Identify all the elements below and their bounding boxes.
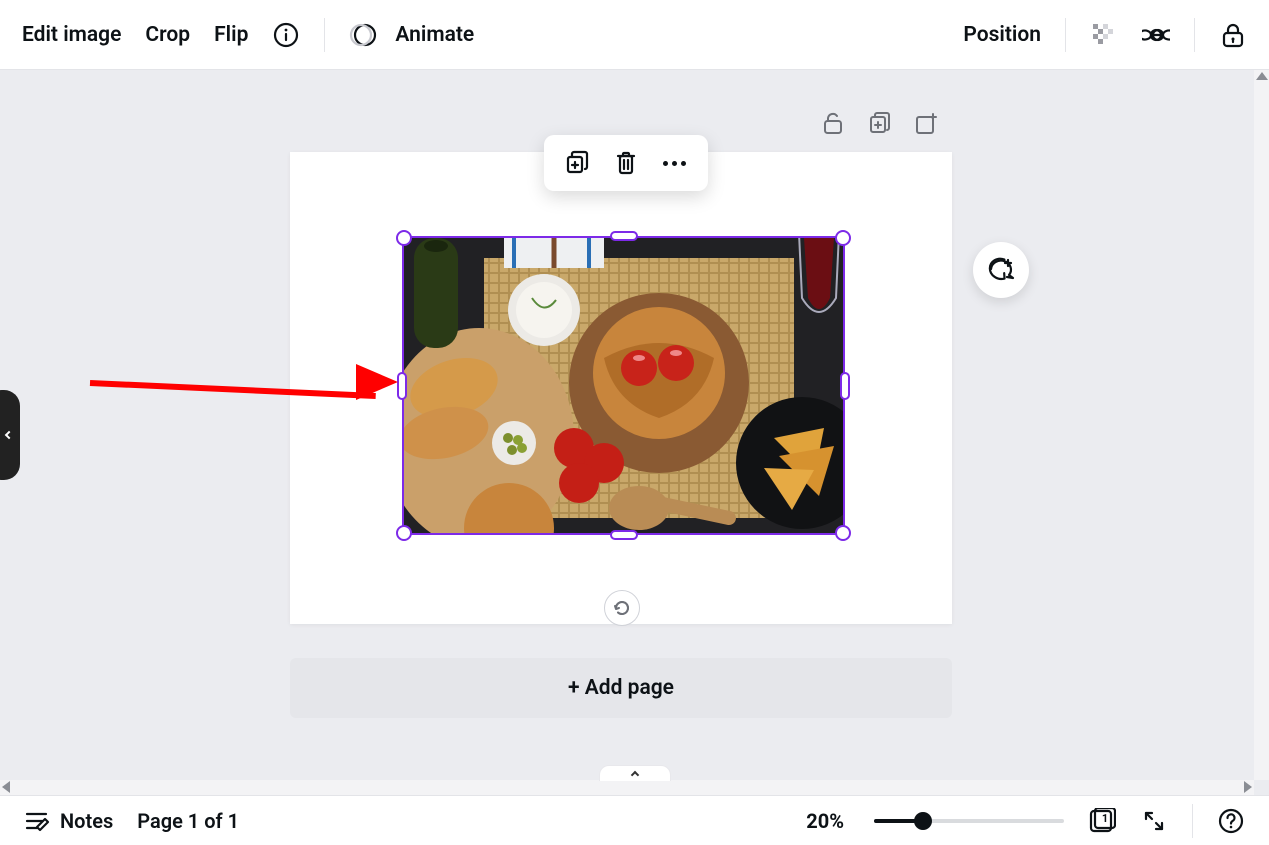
svg-text:1: 1 <box>1102 812 1108 825</box>
vertical-scrollbar[interactable] <box>1254 70 1269 795</box>
fullscreen-icon[interactable] <box>1140 807 1168 835</box>
edit-image-button[interactable]: Edit image <box>22 23 121 47</box>
top-toolbar: Edit image Crop Flip Animate Position <box>0 0 1269 70</box>
link-icon[interactable] <box>1142 21 1170 49</box>
more-icon[interactable] <box>660 149 688 177</box>
flip-button[interactable]: Flip <box>214 23 248 47</box>
resize-handle-top-left[interactable] <box>396 230 412 246</box>
rotate-icon <box>612 598 632 618</box>
notes-button[interactable]: Notes <box>24 809 113 833</box>
crop-button[interactable]: Crop <box>145 23 190 47</box>
lock-icon[interactable] <box>1219 21 1247 49</box>
context-toolbar <box>544 135 708 191</box>
notes-label: Notes <box>60 809 113 833</box>
animate-icon[interactable] <box>349 21 377 49</box>
scroll-corner <box>1254 780 1269 795</box>
duplicate-page-icon[interactable] <box>867 110 893 136</box>
add-page-button[interactable]: + Add page <box>290 658 952 718</box>
separator <box>1065 18 1066 52</box>
duplicate-icon[interactable] <box>564 149 592 177</box>
separator <box>1194 18 1195 52</box>
info-icon[interactable] <box>272 21 300 49</box>
resize-handle-bottom[interactable] <box>610 530 638 540</box>
comment-button[interactable] <box>973 242 1029 298</box>
canvas-area: + Add page <box>0 70 1269 795</box>
chevron-up-icon <box>630 771 638 779</box>
sidebar-expand-tab[interactable] <box>0 390 20 480</box>
selected-image[interactable] <box>404 238 843 533</box>
resize-handle-bottom-right[interactable] <box>835 525 851 541</box>
zoom-slider[interactable] <box>874 819 1064 823</box>
unlock-page-icon[interactable] <box>821 110 847 136</box>
resize-handle-left[interactable] <box>397 372 407 400</box>
resize-handle-top[interactable] <box>610 231 638 241</box>
help-icon[interactable] <box>1217 807 1245 835</box>
chevron-left-icon <box>5 431 13 439</box>
horizontal-scrollbar[interactable] <box>0 780 1254 795</box>
food-image-content <box>404 238 843 533</box>
transparency-icon[interactable] <box>1090 21 1118 49</box>
zoom-slider-knob[interactable] <box>914 812 932 830</box>
separator <box>324 18 325 52</box>
page-indicator[interactable]: Page 1 of 1 <box>137 809 239 833</box>
rotate-handle[interactable] <box>604 590 640 626</box>
selection-box[interactable] <box>402 236 845 535</box>
notes-icon <box>24 810 50 832</box>
animate-button[interactable]: Animate <box>395 23 474 47</box>
resize-handle-right[interactable] <box>840 372 850 400</box>
comment-plus-icon <box>986 255 1016 285</box>
zoom-value[interactable]: 20% <box>806 809 844 833</box>
new-page-icon[interactable] <box>913 110 939 136</box>
pages-panel-expand[interactable] <box>599 765 671 781</box>
resize-handle-top-right[interactable] <box>835 230 851 246</box>
resize-handle-bottom-left[interactable] <box>396 525 412 541</box>
page-actions <box>821 110 939 136</box>
separator <box>1192 804 1193 838</box>
annotation-arrow-head <box>356 364 398 400</box>
position-button[interactable]: Position <box>963 23 1041 47</box>
trash-icon[interactable] <box>612 149 640 177</box>
grid-view-icon[interactable]: 1 <box>1088 807 1116 835</box>
footer-bar: Notes Page 1 of 1 20% 1 <box>0 795 1269 845</box>
